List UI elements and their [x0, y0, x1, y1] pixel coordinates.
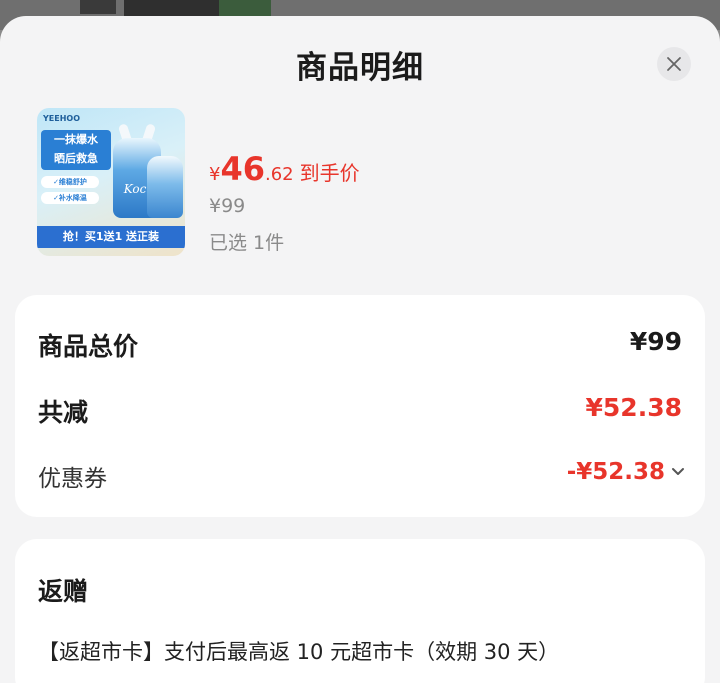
reduction-label: 共减 [38, 398, 89, 427]
chevron-down-icon [672, 468, 684, 475]
price-label: 到手价 [299, 161, 360, 185]
product-thumbnail[interactable]: YEEHOO 一抹爆水 晒后救急 ✓维稳舒护 ✓补水降温 Koci 抢！买1送1… [37, 108, 185, 256]
product-bottle [147, 156, 183, 218]
final-price: ¥46.62 到手价 [209, 150, 360, 188]
product-slogan-line: 晒后救急 [54, 152, 98, 165]
product-tag: ✓补水降温 [41, 192, 99, 204]
reduction-value: ¥52.38 [585, 393, 682, 422]
product-banner: 抢！买1送1 送正装 [37, 226, 185, 248]
price-integer: 46 [220, 150, 265, 188]
product-slogan-line: 一抹爆水 [54, 133, 98, 146]
total-price-label: 商品总价 [38, 332, 139, 361]
close-icon [667, 57, 681, 71]
product-slogan: 一抹爆水 晒后救急 [41, 130, 111, 170]
gift-description: 【返超市卡】支付后最高返 10 元超市卡（效期 30 天） [38, 640, 560, 664]
background-block [80, 0, 116, 14]
original-price: ¥99 [209, 195, 246, 217]
close-button[interactable] [657, 47, 691, 81]
coupon-value: -¥52.38 [566, 459, 665, 485]
sheet-title: 商品明细 [296, 50, 424, 86]
gift-card: 返赠 【返超市卡】支付后最高返 10 元超市卡（效期 30 天） [15, 539, 705, 683]
product-detail-sheet: 商品明细 YEEHOO 一抹爆水 晒后救急 ✓维稳舒护 ✓补水降温 Koci 抢… [0, 16, 720, 683]
selected-count: 已选 1件 [209, 232, 285, 254]
product-tag: ✓维稳舒护 [41, 176, 99, 188]
coupon-label: 优惠券 [38, 466, 107, 492]
price-decimal: .62 [264, 164, 294, 185]
coupon-row-toggle[interactable]: -¥52.38 [567, 459, 685, 485]
gift-title: 返赠 [38, 577, 89, 606]
product-brand-logo: YEEHOO [43, 114, 81, 123]
total-price-value: ¥99 [629, 327, 682, 356]
price-summary-card: 商品总价 ¥99 共减 ¥52.38 优惠券 -¥52.38 [15, 295, 705, 517]
price-currency: ¥ [209, 164, 221, 185]
